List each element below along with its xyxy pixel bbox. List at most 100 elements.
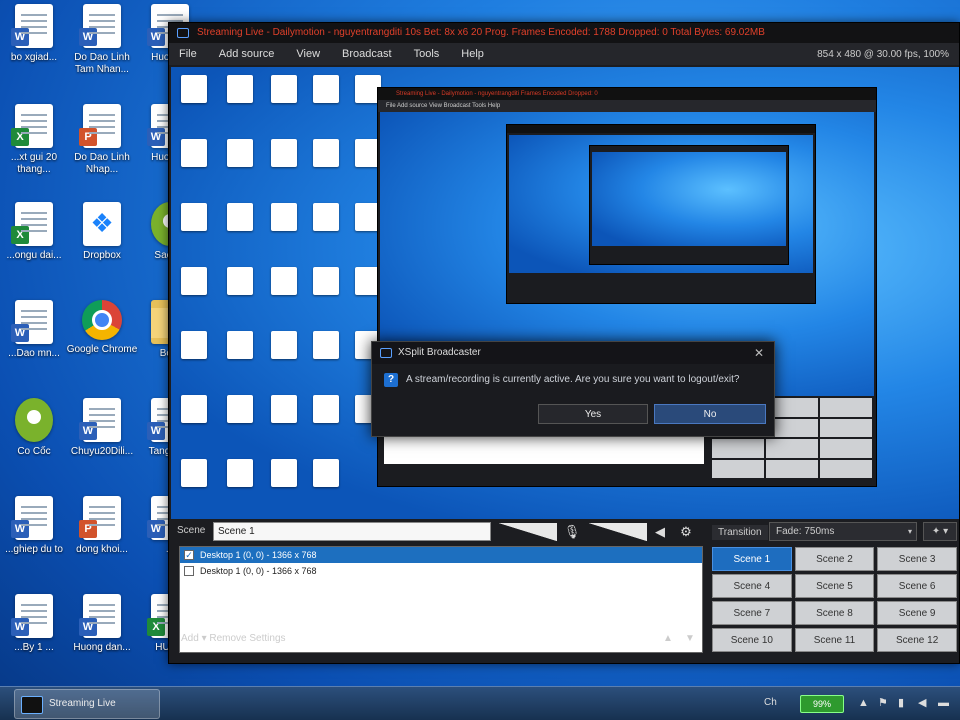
scene-button[interactable]: Scene 8 (794, 601, 875, 625)
desktop-icon[interactable]: ...ongu dai... (0, 202, 70, 262)
control-panel: Scene Scene 1 🎙 ◀ ⚙ ✓ Desktop 1 (0, 0) -… (171, 519, 959, 663)
scene-button[interactable]: Scene 11 (794, 628, 875, 652)
desktop-icon[interactable]: ...By 1 ... (0, 594, 70, 654)
network-icon[interactable]: ▮ (898, 697, 910, 709)
green-file-icon (15, 398, 53, 442)
nested-window-menu: File Add source View Broadcast Tools Hel… (378, 100, 876, 112)
mic-volume-slider[interactable] (499, 523, 557, 541)
settings-icon[interactable]: ⚙ (677, 523, 695, 541)
menu-tools[interactable]: Tools (414, 48, 440, 60)
desktop-icon[interactable]: ...xt gui 20 thang... (0, 104, 70, 176)
ppt-file-icon (79, 104, 121, 148)
desktop-icon[interactable]: bo xgiad... (0, 4, 70, 64)
scene-button[interactable]: Scene 10 (712, 628, 792, 652)
word-file-icon (11, 594, 53, 638)
dialog-titlebar: XSplit Broadcaster ✕ (372, 342, 774, 364)
dialog-title: XSplit Broadcaster (398, 347, 481, 358)
desktop-icon[interactable]: Huong dan... (66, 594, 138, 654)
desktop-icon-label: Google Chrome (66, 344, 138, 355)
source-row[interactable]: Desktop 1 (0, 0) - 1366 x 768 (180, 563, 702, 579)
menu-view[interactable]: View (296, 48, 320, 60)
broadcaster-window: Streaming Live - Dailymotion - nguyentra… (168, 22, 960, 664)
source-actions[interactable]: Add ▾ Remove Settings (181, 633, 286, 644)
desktop-icon-label: dong khoi... (76, 544, 128, 555)
preview-file-icon (271, 75, 297, 103)
scene-name-input[interactable]: Scene 1 (213, 522, 491, 541)
menu-add-source[interactable]: Add source (219, 48, 275, 60)
volume-icon[interactable]: ◀ (918, 697, 930, 709)
source-label: Desktop 1 (0, 0) - 1366 x 768 (200, 550, 317, 560)
move-up-button[interactable]: ▲ (663, 633, 673, 644)
nested-preview-window-2 (506, 124, 816, 304)
ppt-file-icon (79, 496, 121, 540)
excel-file-icon (11, 202, 53, 246)
scene-button[interactable]: Scene 6 (877, 574, 957, 598)
scene-grid: Scene 1 Scene 2 Scene 3 Scene 4 Scene 5 Scene… (712, 547, 957, 652)
desktop-icon[interactable]: dong khoi... (66, 496, 138, 556)
desktop-icon[interactable]: Co Cốc (0, 398, 70, 458)
menu-help[interactable]: Help (461, 48, 484, 60)
input-language[interactable]: Ch (764, 697, 777, 708)
flag-icon[interactable]: ⚑ (878, 697, 890, 709)
dropbox-file-icon (83, 202, 121, 246)
preview-file-icon (181, 267, 207, 295)
battery-icon[interactable]: ▬ (938, 697, 950, 709)
preview-file-icon (271, 139, 297, 167)
menu-broadcast[interactable]: Broadcast (342, 48, 392, 60)
preview-file-icon (271, 203, 297, 231)
scene-tools-button[interactable]: ✦ ▾ (923, 522, 957, 541)
xsplit-app-icon (380, 348, 392, 358)
scene-button[interactable]: Scene 7 (712, 601, 792, 625)
source-checkbox[interactable] (184, 566, 194, 576)
move-down-button[interactable]: ▼ (685, 633, 695, 644)
preview-file-icon (227, 459, 253, 487)
desktop-icon-label: ...ghiep du to (5, 544, 63, 555)
yes-button[interactable]: Yes (538, 404, 648, 424)
dialog-message-area: ? A stream/recording is currently active… (372, 364, 774, 398)
source-row[interactable]: ✓ Desktop 1 (0, 0) - 1366 x 768 (180, 547, 702, 563)
scene-button[interactable]: Scene 5 (794, 574, 875, 598)
chevron-down-icon: ▾ (907, 527, 912, 536)
preview-file-icon (227, 331, 253, 359)
no-button[interactable]: No (654, 404, 766, 424)
window-titlebar[interactable]: Streaming Live - Dailymotion - nguyentra… (169, 23, 959, 43)
preview-file-icon (271, 395, 297, 423)
scene-label: Scene (177, 525, 206, 536)
desktop-icon[interactable]: Chuyu20Dili... (66, 398, 138, 458)
speaker-icon[interactable]: ◀ (651, 523, 669, 541)
scene-button[interactable]: Scene 3 (877, 547, 957, 571)
scene-button[interactable]: Scene 9 (877, 601, 957, 625)
desktop-icon[interactable]: ...ghiep du to (0, 496, 70, 556)
desktop-icon-label: Dropbox (83, 250, 121, 261)
desktop-icon[interactable]: Do Dao Linh Tam Nhan... (66, 4, 138, 76)
preview-file-icon (271, 459, 297, 487)
desktop-icon-label: bo xgiad... (10, 52, 58, 63)
microphone-icon[interactable]: 🎙 (563, 523, 581, 541)
desktop-icon-label: Chuyu20Dili... (70, 446, 134, 457)
scene-button[interactable]: Scene 1 (712, 547, 792, 571)
preview-file-icon (313, 459, 339, 487)
desktop-icon[interactable]: Google Chrome (66, 300, 138, 356)
taskbar-item-xsplit[interactable]: Streaming Live (14, 689, 160, 719)
scene-button[interactable]: Scene 4 (712, 574, 792, 598)
source-checkbox[interactable]: ✓ (184, 550, 194, 560)
word-file-icon (79, 594, 121, 638)
transition-select[interactable]: Fade: 750ms ▾ (769, 522, 917, 541)
preview-file-icon (313, 75, 339, 103)
preview-file-icon (227, 395, 253, 423)
preview-file-icon (181, 331, 207, 359)
speaker-volume-slider[interactable] (589, 523, 647, 541)
word-file-icon (79, 398, 121, 442)
desktop-icon[interactable]: Do Dao Linh Nhap... (66, 104, 138, 176)
resolution-readout[interactable]: 854 x 480 @ 30.00 fps, 100% (817, 49, 949, 60)
scene-button[interactable]: Scene 12 (877, 628, 957, 652)
menu-file[interactable]: File (179, 48, 197, 60)
battery-indicator[interactable]: 99% (800, 695, 844, 713)
scene-button[interactable]: Scene 2 (794, 547, 875, 571)
desktop-icon[interactable]: Dropbox (66, 202, 138, 262)
close-icon[interactable]: ✕ (754, 342, 764, 364)
preview-file-icon (313, 139, 339, 167)
desktop-icon[interactable]: ...Dao mn... (0, 300, 70, 360)
tray-arrow-icon[interactable]: ▲ (858, 697, 870, 709)
desktop-icon-label: Co Cốc (17, 446, 51, 457)
